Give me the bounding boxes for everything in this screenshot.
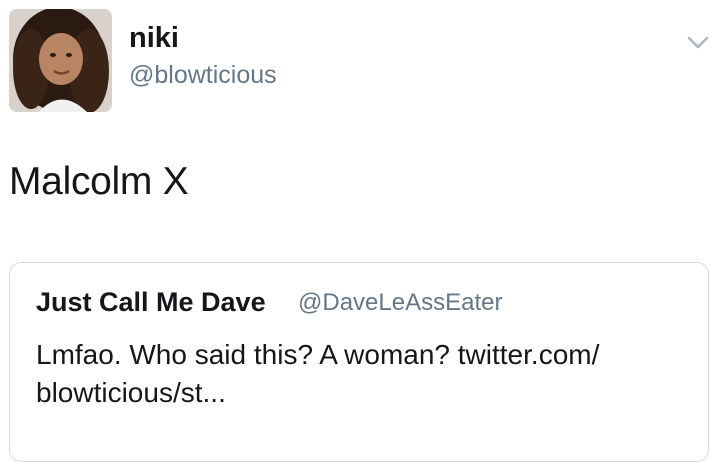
quoted-text-line-2: blowticious/st...	[36, 377, 226, 408]
chevron-down-icon[interactable]	[686, 34, 710, 52]
tweet-text: Malcolm X	[9, 160, 189, 203]
quoted-text-line-1: Lmfao. Who said this? A woman? twitter.c…	[36, 339, 600, 370]
quoted-handle: @DaveLeAssEater	[298, 289, 503, 316]
quoted-tweet-card[interactable]: Just Call Me Dave @DaveLeAssEater Lmfao.…	[9, 262, 709, 462]
avatar[interactable]	[9, 9, 112, 112]
author-handle[interactable]: @blowticious	[129, 63, 277, 88]
quoted-tweet-text: Lmfao. Who said this? A woman? twitter.c…	[36, 336, 696, 412]
author-display-name[interactable]: niki	[129, 24, 179, 53]
avatar-image	[9, 9, 112, 112]
quoted-display-name: Just Call Me Dave	[36, 287, 266, 317]
